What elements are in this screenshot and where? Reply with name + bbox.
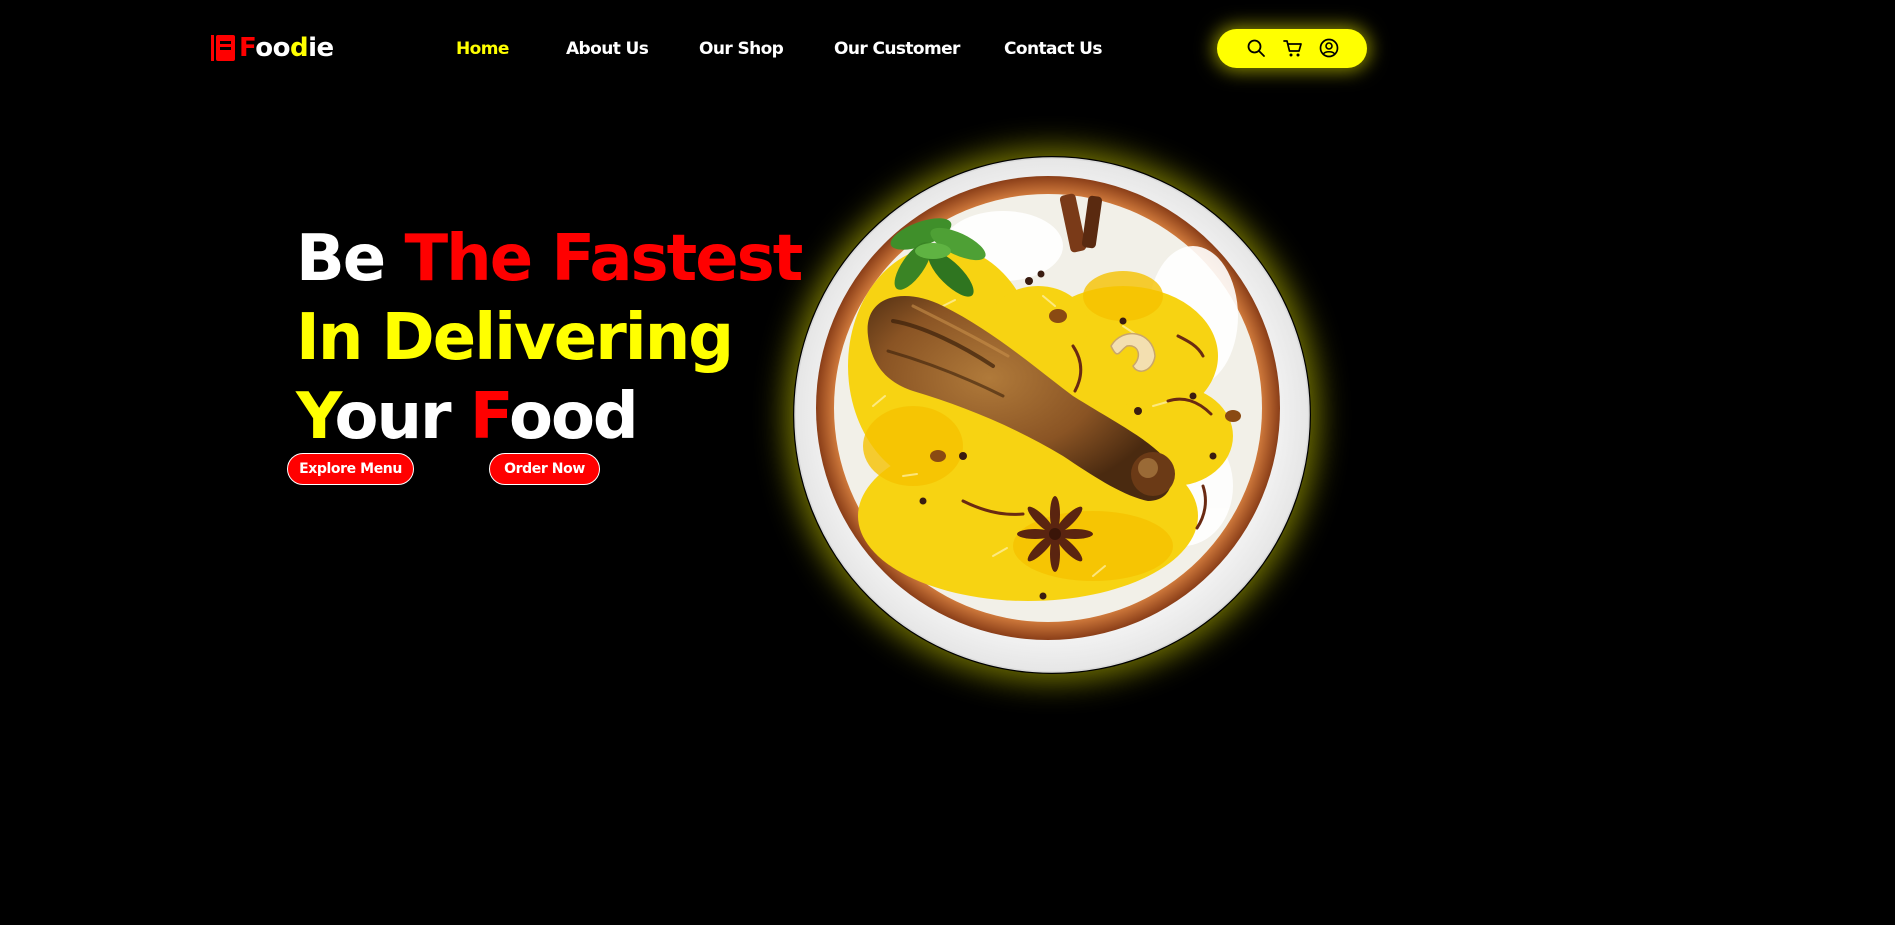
nav-item-our-shop[interactable]: Our Shop xyxy=(699,36,784,62)
hero-text-highlight: Y xyxy=(296,380,336,454)
hero-text-highlight: The Fastest xyxy=(404,222,803,296)
hero-line-2: In Delivering xyxy=(296,299,801,378)
hero-headline: Be The Fastest In Delivering Your Food xyxy=(296,220,803,457)
nav-item-contact-us[interactable]: Contact Us xyxy=(1004,36,1103,62)
hero-text-highlight: In Delivering xyxy=(296,301,734,375)
header-actions xyxy=(1217,29,1367,68)
nav-item-our-customer[interactable]: Our Customer xyxy=(834,36,960,62)
search-icon[interactable] xyxy=(1245,37,1267,59)
hero-text: ood xyxy=(508,380,639,454)
page: Foodie Home About Us Our Shop Our Custom… xyxy=(0,0,1568,765)
hero-line-1: Be The Fastest xyxy=(296,220,803,299)
nav-item-about-us[interactable]: About Us xyxy=(566,36,649,62)
hero-dish-image xyxy=(793,156,1311,674)
hero-text: our xyxy=(334,380,470,454)
brand-name-part: oo xyxy=(255,33,290,63)
hero-text-highlight: F xyxy=(469,380,511,454)
hero-text: Be xyxy=(296,222,405,296)
brand-name-part: ie xyxy=(308,33,334,63)
order-now-button[interactable]: Order Now xyxy=(489,453,600,485)
biryani-plate-illustration xyxy=(794,157,1310,673)
brand-name-part: F xyxy=(239,33,256,63)
brand-name-part: d xyxy=(289,33,309,63)
nav-item-home[interactable]: Home xyxy=(456,36,509,62)
hero-line-3: Your Food xyxy=(296,378,801,457)
user-icon[interactable] xyxy=(1318,37,1340,59)
menu-book-icon xyxy=(211,35,235,61)
explore-menu-button[interactable]: Explore Menu xyxy=(287,453,414,485)
brand-logo[interactable]: Foodie xyxy=(211,31,334,65)
brand-name: Foodie xyxy=(239,35,334,61)
cart-icon[interactable] xyxy=(1282,37,1304,59)
